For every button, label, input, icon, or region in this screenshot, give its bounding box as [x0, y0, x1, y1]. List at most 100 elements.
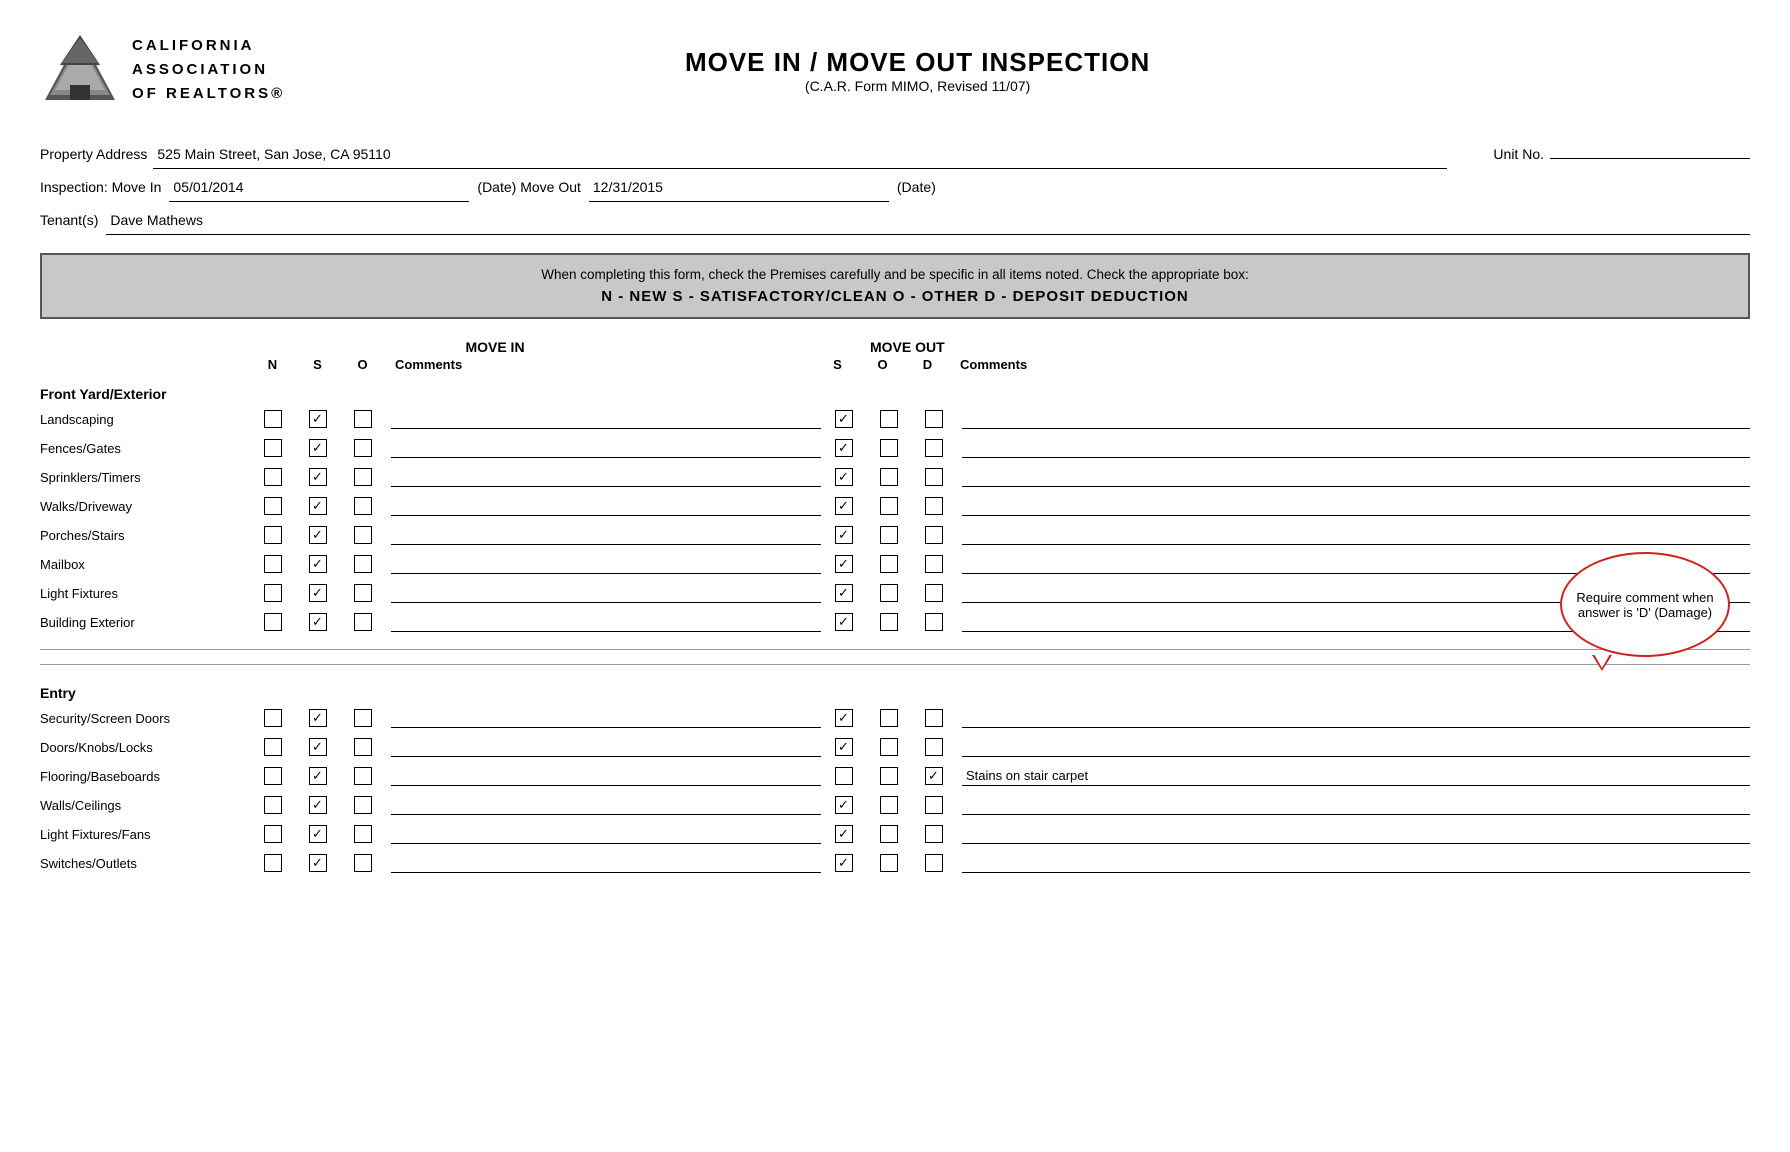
- checkbox-s-lightfixtures[interactable]: [309, 584, 327, 602]
- checkbox-d-out-sprinklers[interactable]: [925, 468, 943, 486]
- checkbox-o-walks[interactable]: [354, 497, 372, 515]
- checkbox-s-out-bldgext[interactable]: [835, 613, 853, 631]
- item-label: Flooring/Baseboards: [40, 769, 250, 784]
- checkbox-n-doorknobs[interactable]: [264, 738, 282, 756]
- checkbox-s-out-landscaping[interactable]: [835, 410, 853, 428]
- checkbox-o-doorknobs[interactable]: [354, 738, 372, 756]
- checkbox-s-out-porches[interactable]: [835, 526, 853, 544]
- checkbox-s-out-mailbox[interactable]: [835, 555, 853, 573]
- checkbox-s-bldgext[interactable]: [309, 613, 327, 631]
- checkbox-n-sprinklers[interactable]: [264, 468, 282, 486]
- checkbox-s-walls[interactable]: [309, 796, 327, 814]
- comment-out-sprinklers: [962, 467, 1750, 487]
- checkbox-s-out-lightfixtures[interactable]: [835, 584, 853, 602]
- checkbox-n-flooring[interactable]: [264, 767, 282, 785]
- comment-in-porches: [391, 525, 821, 545]
- item-label: Security/Screen Doors: [40, 711, 250, 726]
- checkbox-d-out-landscaping[interactable]: [925, 410, 943, 428]
- checkbox-s-sprinklers[interactable]: [309, 468, 327, 486]
- checkbox-d-out-doorknobs[interactable]: [925, 738, 943, 756]
- checkbox-o-out-mailbox[interactable]: [880, 555, 898, 573]
- checkbox-n-mailbox[interactable]: [264, 555, 282, 573]
- checkbox-n-bldgext[interactable]: [264, 613, 282, 631]
- checkbox-d-out-lightfans[interactable]: [925, 825, 943, 843]
- checkbox-o-out-secscreen[interactable]: [880, 709, 898, 727]
- checkbox-n-walks[interactable]: [264, 497, 282, 515]
- checkbox-s-out-switches[interactable]: [835, 854, 853, 872]
- checkbox-n-switches[interactable]: [264, 854, 282, 872]
- checkbox-o-out-fences[interactable]: [880, 439, 898, 457]
- checkbox-d-out-lightfixtures[interactable]: [925, 584, 943, 602]
- checkbox-o-out-porches[interactable]: [880, 526, 898, 544]
- checkbox-o-bldgext[interactable]: [354, 613, 372, 631]
- checkbox-s-out-walls[interactable]: [835, 796, 853, 814]
- checkbox-s-lightfans[interactable]: [309, 825, 327, 843]
- checkbox-o-mailbox[interactable]: [354, 555, 372, 573]
- checkbox-s-out-fences[interactable]: [835, 439, 853, 457]
- checkbox-s-out-flooring[interactable]: [835, 767, 853, 785]
- checkbox-o-out-walks[interactable]: [880, 497, 898, 515]
- checkbox-o-out-lightfans[interactable]: [880, 825, 898, 843]
- checkbox-n-landscaping[interactable]: [264, 410, 282, 428]
- checkbox-n-lightfans[interactable]: [264, 825, 282, 843]
- checkbox-d-out-flooring[interactable]: [925, 767, 943, 785]
- checkbox-o-secscreen[interactable]: [354, 709, 372, 727]
- checkbox-s-out-lightfans[interactable]: [835, 825, 853, 843]
- checkbox-s-secscreen[interactable]: [309, 709, 327, 727]
- checkbox-o-out-sprinklers[interactable]: [880, 468, 898, 486]
- comment-in-flooring: [391, 766, 821, 786]
- checkbox-o-out-bldgext[interactable]: [880, 613, 898, 631]
- checkbox-o-fences[interactable]: [354, 439, 372, 457]
- checkbox-o-porches[interactable]: [354, 526, 372, 544]
- checkbox-s-mailbox[interactable]: [309, 555, 327, 573]
- checkbox-s-fences[interactable]: [309, 439, 327, 457]
- checkbox-o-flooring[interactable]: [354, 767, 372, 785]
- checkbox-d-out-mailbox[interactable]: [925, 555, 943, 573]
- checkbox-s-switches[interactable]: [309, 854, 327, 872]
- checkbox-n-walls[interactable]: [264, 796, 282, 814]
- checkbox-o-out-flooring[interactable]: [880, 767, 898, 785]
- checkbox-n-fences[interactable]: [264, 439, 282, 457]
- checkbox-s-flooring[interactable]: [309, 767, 327, 785]
- checkbox-o-out-landscaping[interactable]: [880, 410, 898, 428]
- checkbox-d-out-secscreen[interactable]: [925, 709, 943, 727]
- checkbox-o-walls[interactable]: [354, 796, 372, 814]
- checkbox-s-porches[interactable]: [309, 526, 327, 544]
- comment-in-fences: [391, 438, 821, 458]
- checkbox-o-landscaping[interactable]: [354, 410, 372, 428]
- comment-out-flooring: Stains on stair carpet: [962, 766, 1750, 786]
- checkbox-s-doorknobs[interactable]: [309, 738, 327, 756]
- item-label: Walks/Driveway: [40, 499, 250, 514]
- header-o-out: O: [860, 357, 905, 372]
- table-row: Walls/Ceilings: [40, 792, 1750, 818]
- checkbox-s-out-secscreen[interactable]: [835, 709, 853, 727]
- checkbox-d-out-fences[interactable]: [925, 439, 943, 457]
- table-row: Mailbox: [40, 551, 1750, 577]
- checkbox-o-out-lightfixtures[interactable]: [880, 584, 898, 602]
- checkbox-d-out-walls[interactable]: [925, 796, 943, 814]
- checkbox-o-out-switches[interactable]: [880, 854, 898, 872]
- checkbox-s-out-walks[interactable]: [835, 497, 853, 515]
- checkbox-o-sprinklers[interactable]: [354, 468, 372, 486]
- checkbox-s-out-sprinklers[interactable]: [835, 468, 853, 486]
- checkbox-o-lightfans[interactable]: [354, 825, 372, 843]
- checkbox-d-out-walks[interactable]: [925, 497, 943, 515]
- checkbox-o-out-walls[interactable]: [880, 796, 898, 814]
- checkbox-n-secscreen[interactable]: [264, 709, 282, 727]
- item-label: Switches/Outlets: [40, 856, 250, 871]
- checkbox-s-landscaping[interactable]: [309, 410, 327, 428]
- page-header: CALIFORNIA ASSOCIATION OF REALTORS® MOVE…: [40, 30, 1750, 110]
- checkbox-s-out-doorknobs[interactable]: [835, 738, 853, 756]
- checkbox-o-lightfixtures[interactable]: [354, 584, 372, 602]
- checkbox-n-porches[interactable]: [264, 526, 282, 544]
- checkbox-d-out-switches[interactable]: [925, 854, 943, 872]
- move-in-header: MOVE IN: [250, 339, 740, 355]
- checkbox-o-switches[interactable]: [354, 854, 372, 872]
- checkbox-o-out-doorknobs[interactable]: [880, 738, 898, 756]
- checkbox-d-out-bldgext[interactable]: [925, 613, 943, 631]
- section-title-front-yard: Front Yard/Exterior: [40, 380, 1750, 406]
- checkbox-d-out-porches[interactable]: [925, 526, 943, 544]
- checkbox-s-walks[interactable]: [309, 497, 327, 515]
- item-label: Sprinklers/Timers: [40, 470, 250, 485]
- checkbox-n-lightfixtures[interactable]: [264, 584, 282, 602]
